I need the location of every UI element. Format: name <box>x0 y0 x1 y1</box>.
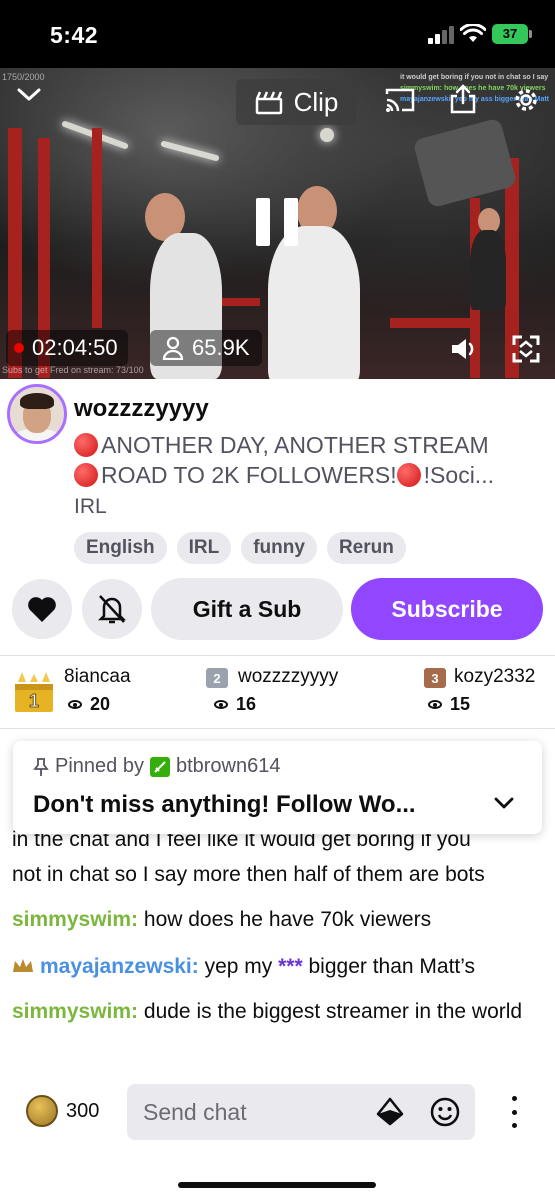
battery-icon: 37 <box>492 24 532 44</box>
stream-tags: English IRL funny Rerun <box>74 532 406 564</box>
bell-off-icon <box>97 595 127 624</box>
heart-icon <box>28 596 56 622</box>
eye-icon <box>214 700 228 709</box>
moderator-sword-icon <box>149 756 170 777</box>
pinned-message[interactable]: Pinned by btbrown614 Don't miss anything… <box>13 741 542 834</box>
chat-input-container[interactable] <box>127 1084 475 1140</box>
person-icon <box>162 336 184 360</box>
chat-username[interactable]: simmyswim: <box>12 1000 138 1023</box>
divider <box>0 655 555 656</box>
pinned-text: Don't miss anything! Follow Wo... <box>33 791 416 818</box>
stream-title: ANOTHER DAY, ANOTHER STREAM ROAD TO 2K F… <box>74 430 544 490</box>
clapperboard-icon <box>255 91 282 115</box>
bits-icon[interactable] <box>375 1097 405 1127</box>
channel-avatar[interactable] <box>7 384 67 444</box>
rank-1-badge-icon: 1 <box>15 672 53 712</box>
rank-2-badge-icon: 2 <box>206 668 228 688</box>
leaderboard-name: wozzzzyyyy <box>238 666 339 687</box>
red-circle-emoji-icon <box>396 463 421 487</box>
sub-goal-overlay-text: Subs to get Fred on stream: 73/100 <box>2 365 144 375</box>
chat-message: simmyswim: how does he have 70k viewers <box>12 908 432 931</box>
status-time: 5:42 <box>50 22 99 48</box>
clip-button[interactable]: Clip <box>236 79 356 125</box>
leaderboard-name: 8iancaa <box>64 666 131 687</box>
cast-icon[interactable] <box>382 84 418 116</box>
follow-button[interactable] <box>12 579 72 639</box>
wifi-icon <box>460 24 486 42</box>
crown-badge-icon <box>13 959 33 972</box>
chevron-down-icon[interactable] <box>492 791 516 815</box>
rank-3-badge-icon: 3 <box>424 668 446 688</box>
collapse-chevron-icon[interactable] <box>12 80 46 110</box>
chat-message: simmyswim: dude is the biggest streamer … <box>12 1000 523 1023</box>
stream-category[interactable]: IRL <box>74 495 107 519</box>
svg-text:1: 1 <box>29 691 39 711</box>
send-chat-input[interactable] <box>143 1084 363 1140</box>
channel-name[interactable]: wozzzzyyyy <box>74 395 209 423</box>
gift-a-sub-button[interactable]: Gift a Sub <box>151 578 343 640</box>
channel-points-coin-icon <box>26 1095 58 1127</box>
viewer-count-text: 65.9K <box>192 335 250 360</box>
eye-icon <box>68 700 82 709</box>
pinned-label: Pinned by btbrown614 <box>33 755 281 778</box>
clip-label: Clip <box>293 86 339 117</box>
stream-uptime: 02:04:50 <box>6 330 128 366</box>
chat-username[interactable]: mayajanzewski: <box>40 955 199 978</box>
channel-points-count: 300 <box>66 1099 100 1122</box>
fullscreen-rotate-icon[interactable] <box>509 332 543 366</box>
notifications-button[interactable] <box>82 579 142 639</box>
leaderboard-entry-2[interactable]: 2 wozzzzyyyy 16 <box>206 666 376 718</box>
leaderboard-entry-3[interactable]: 3 kozy2332 15 <box>424 666 549 718</box>
red-circle-emoji-icon <box>74 463 98 487</box>
subscribe-button[interactable]: Subscribe <box>351 578 543 640</box>
share-icon[interactable] <box>447 82 479 116</box>
tag-funny[interactable]: funny <box>241 532 317 564</box>
pause-button[interactable] <box>256 198 298 246</box>
leaderboard-name: kozy2332 <box>454 666 536 687</box>
live-dot-icon <box>14 343 24 353</box>
more-options-icon[interactable] <box>500 1096 528 1128</box>
red-circle-emoji-icon <box>74 433 98 457</box>
leaderboard-entry-1[interactable]: 1 8iancaa 20 <box>12 666 192 718</box>
viewer-count: 65.9K <box>150 330 262 366</box>
tag-rerun[interactable]: Rerun <box>326 532 406 564</box>
divider <box>0 728 555 729</box>
pin-icon <box>33 757 49 776</box>
tag-irl[interactable]: IRL <box>176 532 232 564</box>
settings-gear-icon[interactable] <box>509 83 543 117</box>
chat-message: mayajanzewski: yep my *** bigger than Ma… <box>12 949 542 984</box>
pinned-by-username: btbrown614 <box>175 755 281 777</box>
eye-icon <box>428 700 442 709</box>
cellular-signal-icon <box>428 26 456 44</box>
chat-username[interactable]: simmyswim: <box>12 908 138 931</box>
home-indicator <box>178 1182 376 1188</box>
volume-icon[interactable] <box>447 334 481 364</box>
video-player[interactable]: 1750/2000 Subs to get Fred on stream: 73… <box>0 68 555 379</box>
leaderboard-count: 20 <box>68 694 110 715</box>
leaderboard-count: 16 <box>214 694 256 715</box>
channel-points-button[interactable]: 300 <box>26 1095 99 1127</box>
tag-english[interactable]: English <box>74 532 167 564</box>
leaderboard-count: 15 <box>428 694 470 715</box>
status-bar: 5:42 37 <box>0 0 555 68</box>
emoji-picker-icon[interactable] <box>429 1096 461 1128</box>
uptime-text: 02:04:50 <box>32 335 118 360</box>
